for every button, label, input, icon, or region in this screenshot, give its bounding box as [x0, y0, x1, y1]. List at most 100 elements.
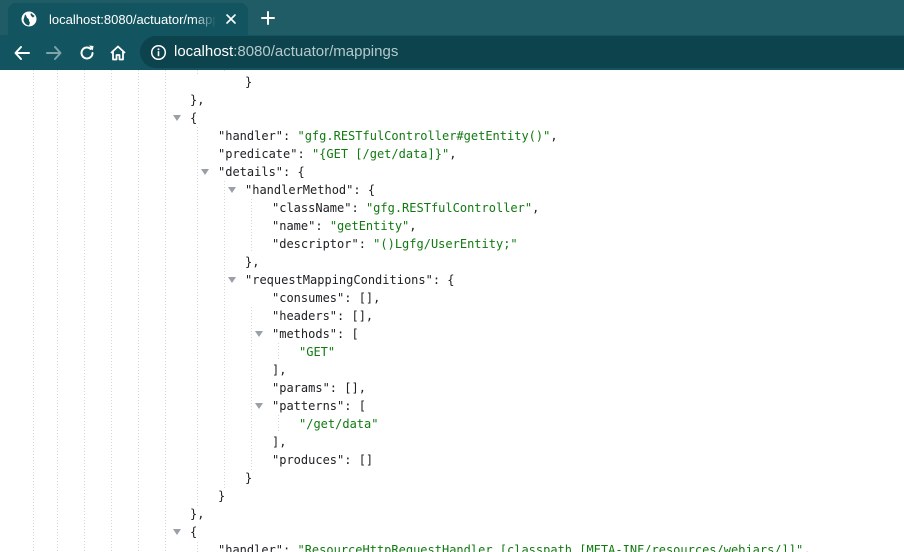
json-line: "/get/data": [299, 415, 378, 433]
json-line: "consumes": [],: [272, 289, 380, 307]
json-string: "{GET [/get/data]}": [311, 147, 450, 161]
url-path: :8080/actuator/mappings: [233, 43, 399, 60]
json-key: "className": [272, 201, 352, 215]
json-punct: {: [190, 525, 198, 539]
json-punct: ,: [803, 543, 811, 552]
json-line: ],: [272, 361, 286, 379]
json-punct: }: [245, 75, 253, 89]
json-punct: : [],: [337, 309, 374, 323]
json-punct: : []: [344, 453, 374, 467]
forward-arrow-icon[interactable]: [44, 43, 64, 63]
json-viewer: }}, { "handler": "gfg.RESTfulController#ge…: [0, 70, 904, 552]
json-string: "getEntity": [329, 219, 410, 233]
json-line: "handlerMethod": {: [245, 181, 375, 199]
json-line: "headers": [],: [272, 307, 373, 325]
json-key: "methods": [272, 327, 338, 341]
json-punct: :: [297, 147, 312, 161]
json-line: "params": [],: [272, 379, 366, 397]
json-key: "headers": [272, 309, 338, 323]
json-punct: :: [283, 129, 298, 143]
json-line: "handler": "ResourceHttpRequestHandler […: [218, 541, 810, 552]
json-key: "details": [218, 165, 284, 179]
json-punct: : [: [344, 399, 366, 413]
json-key: "descriptor": [272, 237, 359, 251]
json-key: "handler": [218, 129, 284, 143]
json-key: "name": [272, 219, 316, 233]
json-punct: },: [245, 255, 260, 269]
collapse-caret-icon[interactable]: [201, 169, 209, 175]
json-punct: ],: [272, 363, 287, 377]
json-line: },: [190, 91, 204, 109]
json-punct: },: [190, 507, 205, 521]
json-punct: },: [190, 93, 205, 107]
json-string: "/get/data": [299, 417, 379, 431]
json-punct: {: [190, 111, 198, 125]
json-line: }: [245, 73, 252, 91]
json-punct: :: [351, 201, 366, 215]
json-line: "descriptor": "()Lgfg/UserEntity;": [272, 235, 518, 253]
collapse-caret-icon[interactable]: [173, 115, 181, 121]
json-punct: :: [315, 219, 330, 233]
json-line: ],: [272, 433, 286, 451]
json-punct: : {: [353, 183, 376, 197]
json-line: },: [190, 505, 204, 523]
json-string: "()Lgfg/UserEntity;": [373, 237, 518, 251]
back-arrow-icon[interactable]: [12, 43, 32, 63]
json-line: "methods": [: [272, 325, 359, 343]
json-punct: ,: [409, 219, 417, 233]
browser-tab-active[interactable]: localhost:8080/actuator/mappings: [8, 3, 248, 35]
globe-icon: [20, 10, 38, 28]
json-punct: ,: [449, 147, 457, 161]
json-punct: ,: [550, 129, 558, 143]
json-line: "GET": [299, 343, 335, 361]
tab-strip: localhost:8080/actuator/mappings: [0, 0, 904, 35]
json-punct: }: [218, 489, 226, 503]
json-key: "handlerMethod": [245, 183, 354, 197]
json-punct: : {: [283, 165, 305, 179]
json-punct: : {: [432, 273, 455, 287]
json-string: "ResourceHttpRequestHandler [classpath […: [297, 543, 804, 552]
json-line: },: [245, 253, 259, 271]
home-icon[interactable]: [108, 43, 128, 63]
json-line: "className": "gfg.RESTfulController",: [272, 199, 539, 217]
json-string: "gfg.RESTfulController#getEntity()": [297, 129, 551, 143]
collapse-caret-icon[interactable]: [173, 529, 181, 535]
json-line: "requestMappingConditions": {: [245, 271, 455, 289]
json-key: "predicate": [218, 147, 298, 161]
json-key: "produces": [272, 453, 345, 467]
plus-icon[interactable]: [259, 9, 277, 27]
json-punct: : [],: [344, 291, 381, 305]
json-string: "GET": [299, 345, 336, 359]
close-icon[interactable]: [224, 12, 238, 26]
json-punct: : [],: [329, 381, 366, 395]
json-punct: :: [283, 543, 298, 552]
json-line: "produces": []: [272, 451, 373, 469]
json-line: {: [190, 109, 197, 127]
collapse-caret-icon[interactable]: [255, 403, 263, 409]
json-punct: :: [358, 237, 374, 251]
json-key: "consumes": [272, 291, 345, 305]
json-key: "handler": [218, 543, 284, 552]
json-key: "patterns": [272, 399, 345, 413]
json-line: "name": "getEntity",: [272, 217, 417, 235]
json-string: "gfg.RESTfulController": [365, 201, 533, 215]
json-line: }: [218, 487, 225, 505]
json-line: "predicate": "{GET [/get/data]}",: [218, 145, 456, 163]
collapse-caret-icon[interactable]: [255, 331, 263, 337]
info-icon[interactable]: [150, 44, 167, 61]
json-key: "params": [272, 381, 330, 395]
json-line: "patterns": [: [272, 397, 366, 415]
json-line: "details": {: [218, 163, 305, 181]
reload-icon[interactable]: [77, 43, 97, 63]
collapse-caret-icon[interactable]: [228, 187, 236, 193]
tab-title: localhost:8080/actuator/mappings: [49, 11, 216, 27]
json-punct: }: [245, 471, 253, 485]
json-punct: ,: [532, 201, 540, 215]
url-host: localhost: [174, 43, 234, 60]
json-punct: : [: [337, 327, 359, 341]
json-line: "handler": "gfg.RESTfulController#getEnt…: [218, 127, 558, 145]
json-line: {: [190, 523, 197, 541]
collapse-caret-icon[interactable]: [228, 277, 236, 283]
url-text[interactable]: localhost:8080/actuator/mappings: [174, 43, 398, 60]
json-line: }: [245, 469, 252, 487]
